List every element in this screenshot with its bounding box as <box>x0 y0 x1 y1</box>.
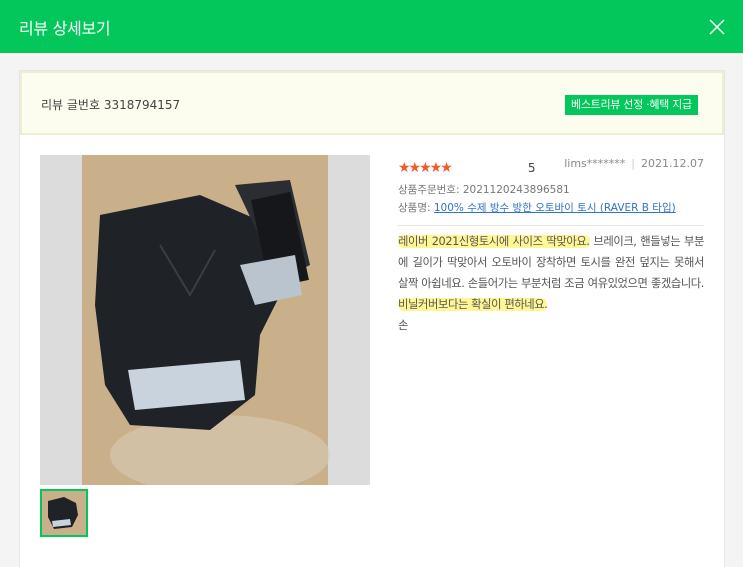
review-number: 리뷰 글번호 3318794157 <box>41 98 181 112</box>
best-review-badge: 베스트리뷰 선정 ·혜택 지급 <box>565 95 698 115</box>
review-photo[interactable] <box>40 155 370 485</box>
product-link[interactable]: 100% 수제 방수 방한 오토바이 토시 (RAVER B 타입) <box>434 202 676 214</box>
review-meta: lims******* | 2021.12.07 <box>564 157 704 170</box>
review-text-highlight-1: 레이버 2021신형토시에 사이즈 딱맞아요. <box>398 235 590 248</box>
divider <box>398 225 704 226</box>
star-icon: ★★★★★ <box>398 160 453 176</box>
review-text-highlight-2: 비닐커버보다는 확실이 편하네요. <box>398 298 548 311</box>
product-label: 상품명: <box>398 202 431 214</box>
modal-header: 리뷰 상세보기 <box>0 0 743 53</box>
review-date: 2021.12.07 <box>641 157 704 170</box>
review-author: lims******* <box>564 157 626 170</box>
modal-title: 리뷰 상세보기 <box>19 19 111 38</box>
rating-row: ★★★★★ 5 <box>398 157 536 176</box>
review-text: 레이버 2021신형토시에 사이즈 딱맞아요. 브레이크, 핸들넣는 부분에 길… <box>398 231 704 336</box>
close-icon[interactable] <box>707 17 727 37</box>
order-number: 상품주문번호: 2021120243896581 <box>398 184 570 196</box>
product-info: 상품주문번호: 2021120243896581 상품명: 100% 수제 방수… <box>398 181 676 217</box>
review-notice-bar: 리뷰 글번호 3318794157 베스트리뷰 선정 ·혜택 지급 <box>20 71 724 135</box>
rating-score: 5 <box>527 161 536 175</box>
photo-thumbnail[interactable] <box>40 489 88 537</box>
review-panel: 리뷰 글번호 3318794157 베스트리뷰 선정 ·혜택 지급 ★★★★★ … <box>19 70 725 567</box>
review-text-end: 손 <box>398 319 408 332</box>
